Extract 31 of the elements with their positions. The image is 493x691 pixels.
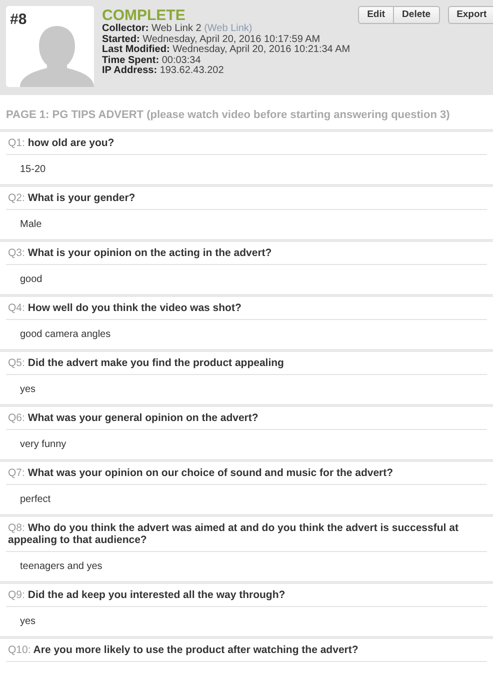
- detail-line: Collector: Web Link 2 (Web Link): [102, 24, 254, 34]
- question-text: Q3: What is your opinion on the acting in the advert?: [6, 242, 487, 264]
- answer-text: teenagers and yes: [19, 560, 104, 574]
- answer-text: yes: [19, 382, 37, 396]
- answer-text: perfect: [19, 492, 52, 506]
- response-number: #8: [10, 10, 27, 30]
- detail-line: Last Modified: Wednesday, April 20, 2016 10:21:34 AM: [102, 45, 350, 56]
- answer-text: good: [19, 272, 44, 286]
- answer-text: Male: [19, 218, 43, 232]
- detail-line: IP Address: 193.62.43.202: [102, 66, 225, 76]
- status-label: COMPLETE: [102, 7, 186, 24]
- question-text: Q5: Did the advert make you find the product appealing: [6, 352, 487, 374]
- toolbar-button[interactable]: Export: [448, 6, 493, 24]
- detail-line: Time Spent: 00:03:34: [102, 56, 202, 66]
- answer-text: yes: [19, 614, 37, 628]
- detail-line: Started: Wednesday, April 20, 2016 10:17:59 AM: [102, 34, 322, 44]
- answer-text: very funny: [19, 438, 68, 452]
- question-text: Q1: how old are you?: [6, 132, 487, 154]
- person-silhouette-icon: [20, 24, 94, 87]
- question-text: Q8: Who do you think the advert was aimed at and do you think the advert is successful at appealing to that audience?: [6, 516, 487, 552]
- answer-text: good camera angles: [19, 328, 112, 342]
- toolbar-button[interactable]: Edit: [358, 6, 394, 24]
- question-text: Q10: Are you more likely to use the product after watching the advert?: [6, 638, 487, 662]
- answer-text: 15-20: [19, 162, 47, 176]
- question-text: Q2: What is your gender?: [6, 186, 487, 210]
- question-text: Q6: What was your general opinion on the advert?: [6, 406, 487, 430]
- page-title: PAGE 1: PG TIPS ADVERT (please watch video before starting answering question 3): [5, 108, 451, 123]
- question-text: Q9: Did the ad keep you interested all the way through?: [6, 584, 487, 606]
- toolbar-button[interactable]: Delete: [394, 6, 440, 24]
- question-text: Q7: What was your opinion on our choice of sound and music for the advert?: [6, 462, 487, 484]
- question-text: Q4: How well do you think the video was shot?: [6, 296, 487, 320]
